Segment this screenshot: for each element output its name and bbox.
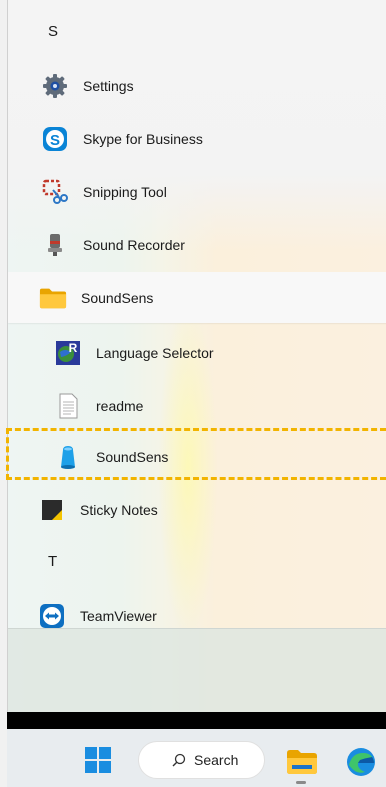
sticky-notes-icon (38, 496, 66, 524)
start-menu-footer (8, 628, 386, 712)
app-folder-soundsens[interactable]: SoundSens (8, 272, 386, 323)
app-item-label: Language Selector (96, 345, 214, 361)
app-item-label: Sound Recorder (83, 237, 185, 253)
app-item-label: TeamViewer (80, 608, 157, 624)
folder-icon (39, 284, 67, 312)
section-header-t[interactable]: T (48, 553, 57, 570)
app-item-sticky-notes[interactable]: Sticky Notes (8, 485, 386, 535)
highlight-box (6, 428, 386, 480)
section-header-s[interactable]: S (48, 23, 58, 40)
taskbar-edge-browser[interactable] (344, 745, 378, 779)
microphone-icon (41, 231, 69, 259)
svg-text:S: S (50, 132, 60, 149)
file-explorer-icon (287, 750, 317, 774)
svg-text:R: R (69, 341, 78, 355)
teamviewer-icon (38, 602, 66, 630)
gear-icon (41, 72, 69, 100)
search-label: Search (194, 752, 239, 768)
search-icon (172, 753, 186, 767)
start-button[interactable] (84, 746, 112, 774)
taskbar-search-box[interactable]: Search (138, 741, 265, 779)
skype-icon: S (41, 125, 69, 153)
taskbar-file-explorer[interactable] (286, 747, 318, 775)
app-item-label: Sticky Notes (80, 502, 158, 518)
app-item-label: Skype for Business (83, 131, 203, 147)
document-icon (54, 392, 82, 420)
app-item-label: Settings (83, 78, 134, 94)
app-item-snipping-tool[interactable]: Snipping Tool (8, 167, 386, 217)
app-item-label: Snipping Tool (83, 184, 167, 200)
app-item-sound-recorder[interactable]: Sound Recorder (8, 220, 386, 270)
app-item-skype-for-business[interactable]: S Skype for Business (8, 114, 386, 164)
folder-item-language-selector[interactable]: R Language Selector (8, 328, 386, 378)
app-item-label: SoundSens (81, 289, 154, 306)
app-item-label: readme (96, 398, 144, 414)
app-item-settings[interactable]: Settings (8, 61, 386, 111)
edge-icon (347, 748, 375, 776)
running-indicator (296, 781, 306, 784)
screen-divider (7, 712, 386, 729)
start-menu-all-apps: S Settings S Skype for Business Snipping… (7, 0, 386, 712)
windows-logo-icon (85, 747, 111, 773)
snipping-tool-icon (41, 178, 69, 206)
language-selector-icon: R (54, 339, 82, 367)
folder-item-readme[interactable]: readme (8, 381, 386, 431)
